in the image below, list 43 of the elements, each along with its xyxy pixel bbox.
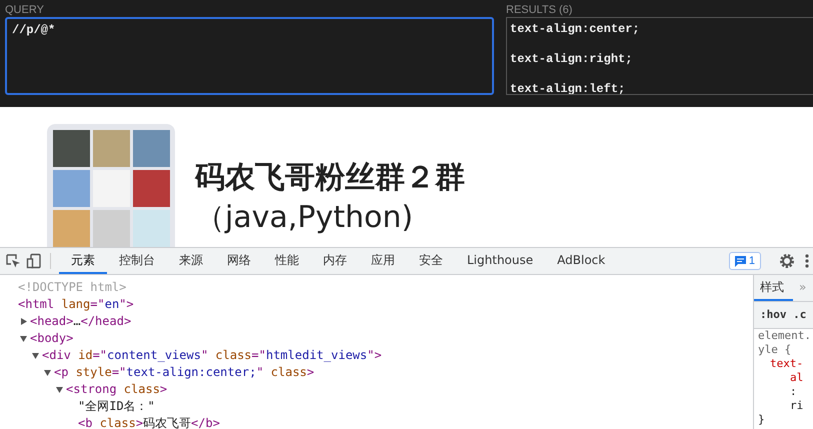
down-triangle-icon[interactable]	[32, 352, 39, 359]
style-rule-line: yle {	[757, 343, 792, 357]
style-rule-line: al	[789, 371, 804, 385]
more-icon[interactable]	[805, 254, 809, 268]
devtools-tab[interactable]: 应用	[359, 248, 407, 274]
device-toolbar-icon[interactable]	[26, 253, 42, 269]
right-triangle-icon[interactable]	[20, 318, 27, 325]
group-subtitle: （java,Python)	[195, 202, 414, 234]
dom-node-line[interactable]: <body>	[30, 330, 74, 347]
dom-node-line[interactable]: <head>…</head>	[30, 313, 132, 330]
style-filter-buttons[interactable]: :hov .c	[754, 302, 813, 329]
dom-node-line[interactable]: <strong class>	[66, 381, 168, 398]
style-rule-line: element.	[757, 329, 812, 343]
down-triangle-icon[interactable]	[44, 369, 51, 376]
settings-icon[interactable]	[779, 253, 795, 269]
style-rule-line: text-	[769, 357, 804, 371]
dom-node-line[interactable]: "全网ID名："	[78, 398, 155, 415]
dom-node-line[interactable]: <b class>码农飞哥</b>	[78, 415, 220, 429]
inspect-icon[interactable]	[5, 253, 21, 269]
devtools-tab[interactable]: 内存	[311, 248, 359, 274]
query-label: QUERY	[5, 3, 44, 17]
group-title: 码农飞哥粉丝群２群	[195, 162, 465, 194]
style-rule-line: ri	[789, 399, 804, 413]
devtools-tab[interactable]: 安全	[407, 248, 455, 274]
style-rule-line: }	[757, 413, 766, 427]
down-triangle-icon[interactable]	[20, 335, 27, 342]
devtools-tab[interactable]: AdBlock	[545, 248, 618, 274]
style-rule-line: :	[789, 385, 798, 399]
messages-button[interactable]: 1	[728, 252, 761, 270]
devtools-tab[interactable]: 性能	[263, 248, 311, 274]
dom-node-line[interactable]: <div id="content_views" class="htmledit_views">	[42, 347, 382, 364]
devtools-tab[interactable]: 网络	[215, 248, 263, 274]
result-item: text-align:right;	[510, 51, 634, 68]
devtools-tab[interactable]: 来源	[167, 248, 215, 274]
results-label: RESULTS (6)	[506, 3, 572, 17]
devtools-tab[interactable]: 控制台	[107, 248, 167, 274]
query-field[interactable]: //p/@*	[5, 17, 494, 95]
down-triangle-icon[interactable]	[56, 386, 63, 393]
dom-node-line[interactable]: <p style="text-align:center;" class>	[54, 364, 314, 381]
result-item: text-align:center;	[510, 21, 641, 38]
devtools-tab[interactable]: Lighthouse	[455, 248, 546, 274]
dom-node-line[interactable]: <html lang="en">	[18, 296, 134, 313]
message-icon	[734, 256, 746, 266]
